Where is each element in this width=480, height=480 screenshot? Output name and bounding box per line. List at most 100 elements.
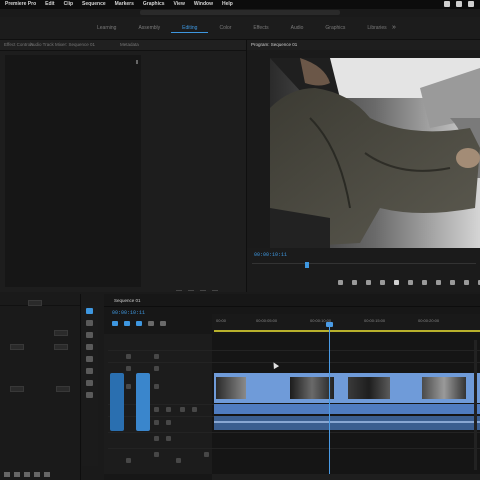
track-target-v1[interactable] bbox=[136, 373, 150, 431]
trash-icon[interactable] bbox=[44, 471, 50, 477]
track-output-icon[interactable] bbox=[154, 354, 159, 359]
menu-item-markers[interactable]: Markers bbox=[115, 0, 134, 9]
project-item-thumb[interactable] bbox=[56, 386, 70, 392]
track-lock-icon[interactable] bbox=[126, 366, 131, 371]
video-track-v1-lower[interactable] bbox=[214, 404, 480, 414]
battery-icon[interactable] bbox=[456, 1, 462, 7]
clock-icon[interactable] bbox=[468, 1, 474, 7]
export-frame-icon[interactable] bbox=[464, 280, 469, 285]
workspace-tab-assembly[interactable]: Assembly bbox=[127, 24, 171, 33]
track-output-icon[interactable] bbox=[154, 384, 159, 389]
tab-sequence-01[interactable]: Sequence 01 bbox=[114, 298, 141, 303]
razor-tool-icon[interactable] bbox=[86, 344, 93, 350]
mute-icon[interactable] bbox=[154, 452, 159, 457]
go-to-out-icon[interactable] bbox=[422, 280, 427, 285]
program-scrub-bar[interactable] bbox=[252, 263, 476, 272]
wifi-icon[interactable] bbox=[444, 1, 450, 7]
track-volume-icon[interactable] bbox=[204, 452, 209, 457]
track-select-tool-icon[interactable] bbox=[86, 320, 93, 326]
project-search-input[interactable] bbox=[28, 300, 42, 306]
panel-menu-icon[interactable] bbox=[136, 60, 138, 64]
menu-item-window[interactable]: Window bbox=[194, 0, 213, 9]
timeline-ruler[interactable]: 00:00 00:00:05:00 00:00:10:00 00:00:15:0… bbox=[212, 314, 480, 330]
workspace-tab-audio[interactable]: Audio bbox=[280, 24, 315, 33]
mute-icon[interactable] bbox=[154, 436, 159, 441]
project-item-thumb[interactable] bbox=[54, 330, 68, 336]
tab-program-monitor[interactable]: Program: Sequence 01 bbox=[251, 42, 297, 47]
track-lock-icon[interactable] bbox=[126, 384, 131, 389]
pen-tool-icon[interactable] bbox=[86, 368, 93, 374]
mark-out-icon[interactable] bbox=[352, 280, 357, 285]
audio-clip-a1[interactable] bbox=[214, 416, 480, 430]
nest-icon[interactable] bbox=[112, 321, 118, 326]
mute-icon[interactable] bbox=[154, 407, 159, 412]
workspace-more-button[interactable]: » bbox=[392, 24, 396, 32]
go-to-in-icon[interactable] bbox=[366, 280, 371, 285]
type-tool-icon[interactable] bbox=[86, 392, 93, 398]
menu-item-clip[interactable]: Clip bbox=[64, 0, 73, 9]
wrench-icon[interactable] bbox=[160, 321, 166, 326]
clip-thumbnail bbox=[290, 377, 334, 399]
menu-item-view[interactable]: View bbox=[174, 0, 185, 9]
mix-icon[interactable] bbox=[176, 458, 181, 463]
snap-icon[interactable] bbox=[124, 321, 130, 326]
mark-in-icon[interactable] bbox=[338, 280, 343, 285]
menu-item-graphics[interactable]: Graphics bbox=[143, 0, 165, 9]
video-clip[interactable] bbox=[346, 373, 420, 403]
program-playhead[interactable] bbox=[305, 262, 309, 268]
timeline-vertical-scrollbar[interactable] bbox=[474, 340, 477, 470]
timeline-zoom-scrollbar[interactable] bbox=[212, 474, 480, 480]
workspace-tab-editing[interactable]: Editing bbox=[171, 24, 209, 33]
solo-icon[interactable] bbox=[166, 407, 171, 412]
ruler-tick: 00:00 bbox=[216, 318, 227, 323]
menu-item-premiere-pro[interactable]: Premiere Pro bbox=[5, 0, 36, 9]
track-output-icon[interactable] bbox=[154, 366, 159, 371]
project-item-thumb[interactable] bbox=[54, 344, 68, 350]
solo-icon[interactable] bbox=[166, 420, 171, 425]
menu-item-edit[interactable]: Edit bbox=[45, 0, 54, 9]
linked-selection-icon[interactable] bbox=[136, 321, 142, 326]
new-item-icon[interactable] bbox=[34, 471, 40, 477]
tab-audio-track-mixer[interactable]: Audio Track Mixer: Sequence 01 bbox=[30, 42, 95, 47]
mic-icon[interactable] bbox=[180, 407, 185, 412]
lift-icon[interactable] bbox=[436, 280, 441, 285]
step-back-icon[interactable] bbox=[380, 280, 385, 285]
ripple-edit-tool-icon[interactable] bbox=[86, 332, 93, 338]
video-clip[interactable] bbox=[420, 373, 480, 403]
project-item-label[interactable] bbox=[10, 344, 24, 350]
playhead-handle[interactable] bbox=[326, 322, 333, 327]
add-marker-icon[interactable] bbox=[148, 321, 154, 326]
video-clip[interactable] bbox=[288, 373, 344, 403]
step-forward-icon[interactable] bbox=[408, 280, 413, 285]
mute-icon[interactable] bbox=[154, 420, 159, 425]
track-lock-icon[interactable] bbox=[126, 354, 131, 359]
timeline-timecode[interactable]: 00:00:10:11 bbox=[112, 310, 145, 316]
solo-icon[interactable] bbox=[166, 436, 171, 441]
master-track-icon[interactable] bbox=[126, 458, 131, 463]
panel-resize-handle[interactable] bbox=[176, 290, 236, 293]
menu-item-sequence[interactable]: Sequence bbox=[82, 0, 106, 9]
workspace-tab-color[interactable]: Color bbox=[208, 24, 242, 33]
extract-icon[interactable] bbox=[450, 280, 455, 285]
selection-tool-icon[interactable] bbox=[86, 308, 93, 314]
list-view-icon[interactable] bbox=[4, 471, 10, 477]
hand-tool-icon[interactable] bbox=[86, 380, 93, 386]
program-monitor-video[interactable] bbox=[270, 58, 480, 248]
workspace-tab-learning[interactable]: Learning bbox=[86, 24, 127, 33]
video-clip[interactable] bbox=[214, 373, 286, 403]
track-volume-icon[interactable] bbox=[192, 407, 197, 412]
icon-view-icon[interactable] bbox=[14, 471, 20, 477]
workspace-tab-graphics[interactable]: Graphics bbox=[314, 24, 356, 33]
work-area-bar[interactable] bbox=[214, 330, 480, 332]
program-timecode[interactable]: 00:00:10:11 bbox=[254, 252, 287, 258]
play-icon[interactable] bbox=[394, 280, 399, 285]
tab-metadata[interactable]: Metadata bbox=[120, 42, 139, 47]
source-patch-v1[interactable] bbox=[110, 373, 124, 431]
project-item-label[interactable] bbox=[10, 386, 24, 392]
workspace-tab-effects[interactable]: Effects bbox=[242, 24, 279, 33]
slip-tool-icon[interactable] bbox=[86, 356, 93, 362]
menu-item-help[interactable]: Help bbox=[222, 0, 233, 9]
zoom-slider-icon[interactable] bbox=[24, 471, 30, 477]
timeline-playhead[interactable] bbox=[329, 325, 330, 480]
ruler-tick: 00:00:15:00 bbox=[364, 318, 386, 323]
